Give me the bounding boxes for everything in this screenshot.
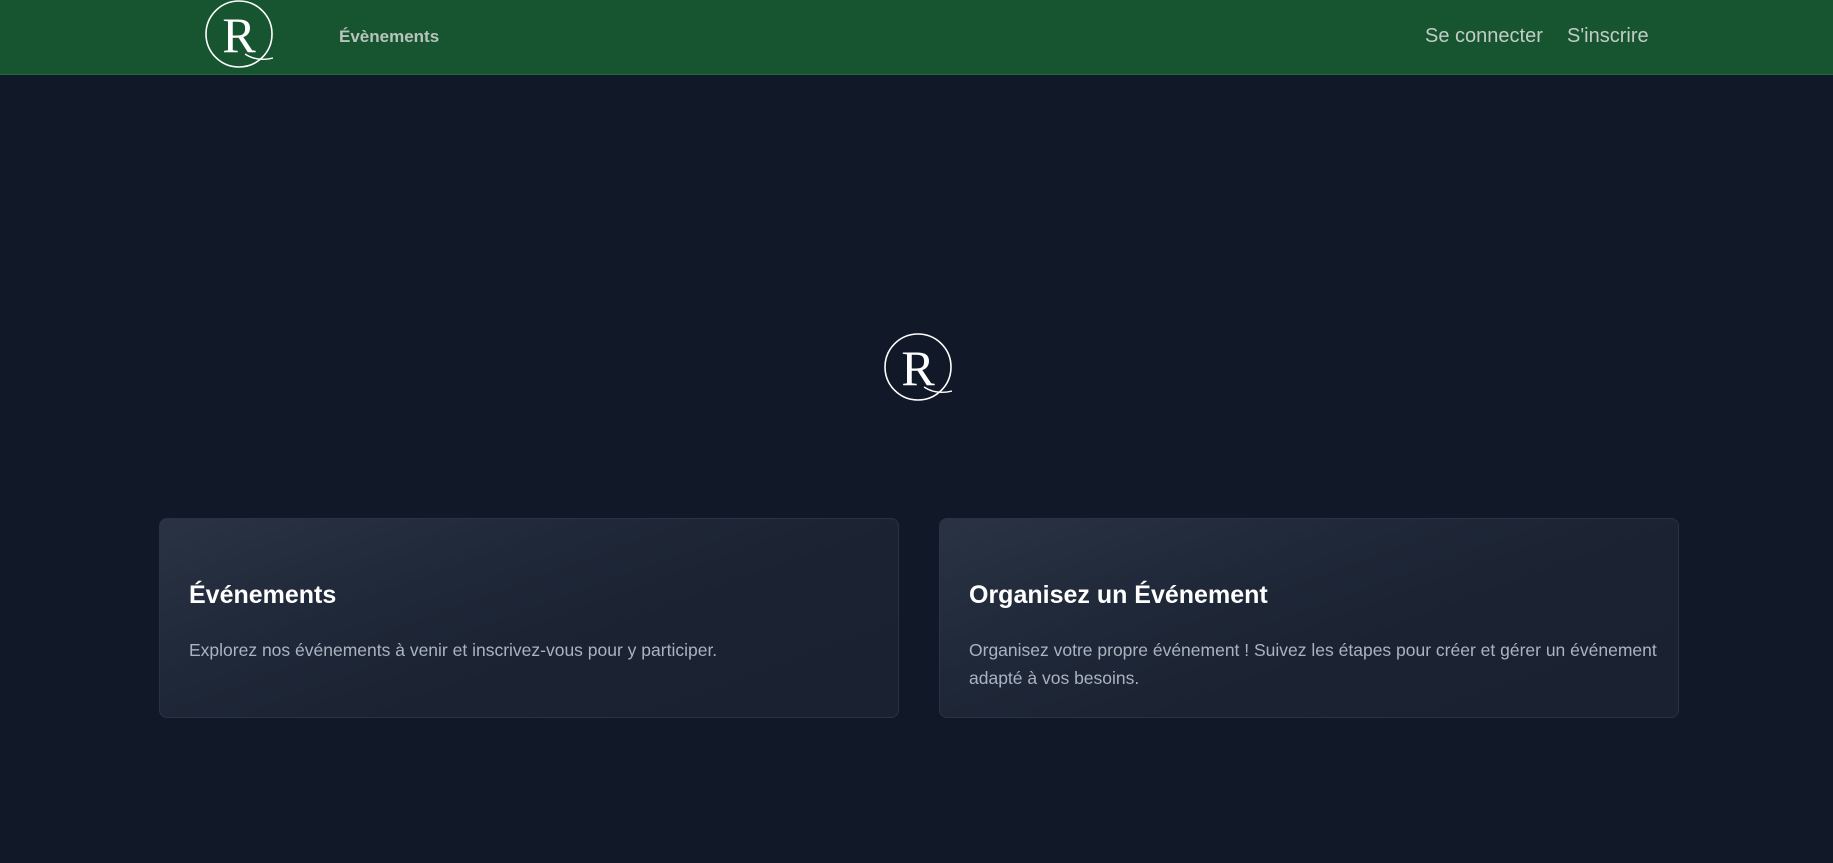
login-link[interactable]: Se connecter bbox=[1425, 25, 1543, 48]
events-card-description: Explorez nos événements à venir et inscr… bbox=[189, 640, 718, 660]
events-card-title: Événements bbox=[189, 581, 337, 609]
hero-monogram-r-logo-icon: R bbox=[884, 333, 952, 401]
organize-event-card-description: Organisez votre propre événement ! Suive… bbox=[969, 640, 1657, 688]
organize-event-card-title: Organisez un Événement bbox=[969, 581, 1268, 609]
organize-event-card[interactable]: Organisez un Événement Organisez votre p… bbox=[939, 518, 1679, 718]
svg-text:R: R bbox=[222, 7, 256, 63]
nav-link-events[interactable]: Évènements bbox=[339, 27, 439, 47]
signup-link[interactable]: S'inscrire bbox=[1567, 25, 1649, 48]
monogram-r-logo-icon[interactable]: R bbox=[205, 0, 273, 68]
svg-text:R: R bbox=[901, 340, 935, 396]
events-card[interactable]: Événements Explorez nos événements à ven… bbox=[159, 518, 899, 718]
top-navbar: R Évènements Se connecter S'inscrire bbox=[0, 0, 1833, 75]
